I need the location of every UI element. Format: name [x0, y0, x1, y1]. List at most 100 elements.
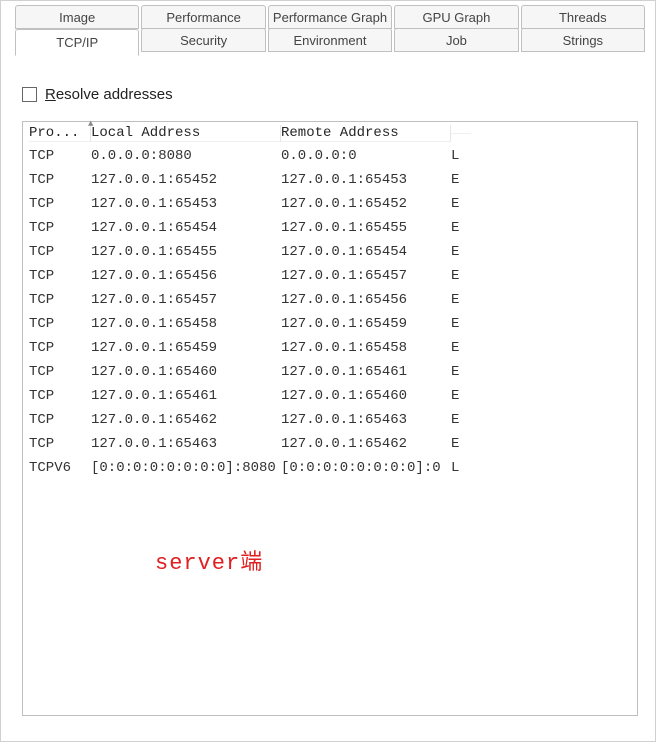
connection-row[interactable]: TCPV6[0:0:0:0:0:0:0:0]:8080[0:0:0:0:0:0:…	[23, 456, 637, 480]
cell-local: 127.0.0.1:65461	[91, 388, 281, 404]
connection-row[interactable]: TCP127.0.0.1:65454127.0.0.1:65455E	[23, 216, 637, 240]
cell-state: E	[451, 412, 471, 428]
tab-image[interactable]: Image	[15, 5, 139, 29]
tabstrip: Image Performance Performance Graph GPU Gra…	[15, 5, 645, 57]
col-header-protocol[interactable]: Pro...	[29, 125, 91, 142]
tab-label: Job	[446, 33, 467, 48]
cell-remote: 127.0.0.1:65453	[281, 172, 451, 188]
connection-row[interactable]: TCP127.0.0.1:65462127.0.0.1:65463E	[23, 408, 637, 432]
cell-remote: 127.0.0.1:65463	[281, 412, 451, 428]
connection-row[interactable]: TCP127.0.0.1:65458127.0.0.1:65459E	[23, 312, 637, 336]
checkbox-box-icon[interactable]	[22, 87, 37, 102]
cell-state: E	[451, 292, 471, 308]
cell-remote: 127.0.0.1:65459	[281, 316, 451, 332]
tab-strings[interactable]: Strings	[521, 28, 645, 52]
cell-remote: 127.0.0.1:65454	[281, 244, 451, 260]
cell-remote: [0:0:0:0:0:0:0:0]:0	[281, 460, 451, 476]
connection-row[interactable]: TCP127.0.0.1:65459127.0.0.1:65458E	[23, 336, 637, 360]
cell-state: L	[451, 460, 471, 476]
tcpip-page: Resolve addresses ▲ Pro... Local Address…	[15, 57, 645, 731]
connection-row[interactable]: TCP127.0.0.1:65455127.0.0.1:65454E	[23, 240, 637, 264]
tab-tcp-ip[interactable]: TCP/IP	[15, 29, 139, 56]
cell-local: 127.0.0.1:65453	[91, 196, 281, 212]
tab-performance-graph[interactable]: Performance Graph	[268, 5, 392, 29]
tab-label: Performance	[166, 10, 240, 25]
cell-state: E	[451, 268, 471, 284]
cell-state: E	[451, 316, 471, 332]
tab-security[interactable]: Security	[141, 28, 265, 52]
cell-proto: TCP	[29, 412, 91, 428]
tab-job[interactable]: Job	[394, 28, 518, 52]
cell-proto: TCP	[29, 292, 91, 308]
col-header-state[interactable]	[451, 133, 471, 134]
connection-row[interactable]: TCP127.0.0.1:65456127.0.0.1:65457E	[23, 264, 637, 288]
tab-label: Performance Graph	[273, 10, 387, 25]
cell-local: 127.0.0.1:65462	[91, 412, 281, 428]
tab-label: Threads	[559, 10, 607, 25]
cell-local: 127.0.0.1:65463	[91, 436, 281, 452]
connection-row[interactable]: TCP127.0.0.1:65452127.0.0.1:65453E	[23, 168, 637, 192]
cell-proto: TCP	[29, 340, 91, 356]
cell-local: 127.0.0.1:65460	[91, 364, 281, 380]
cell-local: 127.0.0.1:65454	[91, 220, 281, 236]
cell-local: [0:0:0:0:0:0:0:0]:8080	[91, 460, 281, 476]
cell-remote: 127.0.0.1:65457	[281, 268, 451, 284]
tab-threads[interactable]: Threads	[521, 5, 645, 29]
cell-remote: 127.0.0.1:65456	[281, 292, 451, 308]
cell-proto: TCP	[29, 388, 91, 404]
cell-state: E	[451, 436, 471, 452]
tab-label: Environment	[294, 33, 367, 48]
cell-proto: TCPV6	[29, 460, 91, 476]
cell-state: E	[451, 196, 471, 212]
tab-label: TCP/IP	[56, 35, 98, 50]
cell-remote: 127.0.0.1:65458	[281, 340, 451, 356]
cell-state: E	[451, 388, 471, 404]
cell-local: 127.0.0.1:65455	[91, 244, 281, 260]
cell-local: 0.0.0.0:8080	[91, 148, 281, 164]
cell-proto: TCP	[29, 148, 91, 164]
cell-state: E	[451, 364, 471, 380]
connection-row[interactable]: TCP127.0.0.1:65453127.0.0.1:65452E	[23, 192, 637, 216]
cell-proto: TCP	[29, 436, 91, 452]
resolve-addresses-checkbox[interactable]: Resolve addresses	[22, 86, 638, 103]
cell-proto: TCP	[29, 364, 91, 380]
resolve-addresses-label: Resolve addresses	[45, 86, 173, 103]
connection-row[interactable]: TCP127.0.0.1:65463127.0.0.1:65462E	[23, 432, 637, 456]
cell-local: 127.0.0.1:65452	[91, 172, 281, 188]
annotation-label: server端	[155, 544, 263, 576]
properties-dialog: Image Performance Performance Graph GPU Gra…	[0, 0, 656, 742]
tab-performance[interactable]: Performance	[141, 5, 265, 29]
cell-local: 127.0.0.1:65459	[91, 340, 281, 356]
connections-listview[interactable]: ▲ Pro... Local Address Remote Address TC…	[22, 121, 638, 716]
connection-row[interactable]: TCP127.0.0.1:65457127.0.0.1:65456E	[23, 288, 637, 312]
cell-local: 127.0.0.1:65456	[91, 268, 281, 284]
cell-state: L	[451, 148, 471, 164]
cell-remote: 127.0.0.1:65461	[281, 364, 451, 380]
tab-gpu-graph[interactable]: GPU Graph	[394, 5, 518, 29]
cell-proto: TCP	[29, 220, 91, 236]
connection-row[interactable]: TCP127.0.0.1:65461127.0.0.1:65460E	[23, 384, 637, 408]
header-sort-icon: ▲	[88, 120, 93, 129]
cell-proto: TCP	[29, 268, 91, 284]
cell-local: 127.0.0.1:65458	[91, 316, 281, 332]
cell-remote: 127.0.0.1:65462	[281, 436, 451, 452]
cell-state: E	[451, 172, 471, 188]
cell-proto: TCP	[29, 316, 91, 332]
col-header-local[interactable]: Local Address	[91, 125, 281, 142]
cell-remote: 0.0.0.0:0	[281, 148, 451, 164]
cell-state: E	[451, 340, 471, 356]
cell-remote: 127.0.0.1:65455	[281, 220, 451, 236]
tab-label: Strings	[563, 33, 603, 48]
cell-proto: TCP	[29, 244, 91, 260]
connection-row[interactable]: TCP127.0.0.1:65460127.0.0.1:65461E	[23, 360, 637, 384]
cell-remote: 127.0.0.1:65452	[281, 196, 451, 212]
col-header-remote[interactable]: Remote Address	[281, 125, 451, 142]
tab-label: Security	[180, 33, 227, 48]
listview-header[interactable]: Pro... Local Address Remote Address	[23, 122, 637, 144]
cell-state: E	[451, 220, 471, 236]
connection-row[interactable]: TCP0.0.0.0:80800.0.0.0:0L	[23, 144, 637, 168]
cell-proto: TCP	[29, 196, 91, 212]
tab-environment[interactable]: Environment	[268, 28, 392, 52]
tab-label: Image	[59, 10, 95, 25]
cell-remote: 127.0.0.1:65460	[281, 388, 451, 404]
